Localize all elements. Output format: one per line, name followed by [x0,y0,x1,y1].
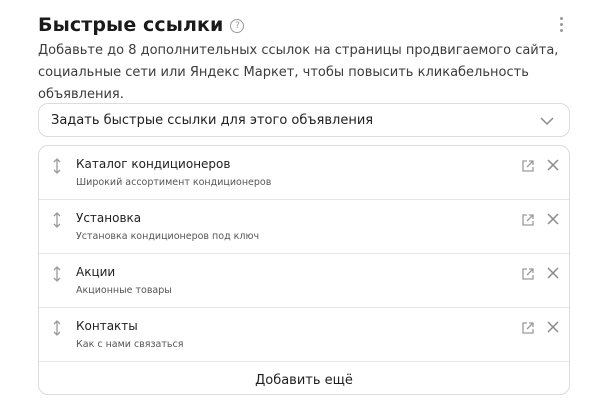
link-title: Контакты [76,319,138,333]
link-description: Как с нами связаться [76,339,184,350]
close-icon[interactable] [546,157,560,176]
section-header: Быстрые ссылки ? [38,14,245,36]
link-description: Установка кондиционеров под ключ [76,231,260,242]
list-item: Установка Установка кондиционеров под кл… [39,200,569,254]
link-title: Акции [76,265,116,279]
question-circle-icon[interactable]: ? [230,19,245,33]
close-icon[interactable] [546,265,560,284]
external-link-icon[interactable] [521,266,535,285]
more-vertical-icon[interactable] [560,17,563,32]
link-description: Акционные товары [76,285,172,296]
drag-handle-icon[interactable] [52,158,62,178]
chevron-down-icon [539,113,555,133]
quick-links-select[interactable]: Задать быстрые ссылки для этого объявлен… [38,103,570,137]
section-description: Добавьте до 8 дополнительных ссылок на с… [38,43,559,102]
quick-links-list: Каталог кондиционеров Широкий ассортимен… [38,145,570,395]
list-item: Каталог кондиционеров Широкий ассортимен… [39,146,569,200]
external-link-icon[interactable] [521,158,535,177]
drag-handle-icon[interactable] [52,320,62,340]
external-link-icon[interactable] [521,212,535,231]
list-item: Контакты Как с нами связаться [39,308,569,362]
link-title: Установка [76,211,142,225]
add-more-button[interactable]: Добавить ещё [39,362,569,394]
drag-handle-icon[interactable] [52,266,62,286]
link-title: Каталог кондиционеров [76,157,231,171]
close-icon[interactable] [546,211,560,230]
link-description: Широкий ассортимент кондиционеров [76,177,272,188]
close-icon[interactable] [546,319,560,338]
select-value: Задать быстрые ссылки для этого объявлен… [51,112,374,128]
list-item: Акции Акционные товары [39,254,569,308]
drag-handle-icon[interactable] [52,212,62,232]
external-link-icon[interactable] [521,320,535,339]
section-title: Быстрые ссылки [38,14,224,36]
